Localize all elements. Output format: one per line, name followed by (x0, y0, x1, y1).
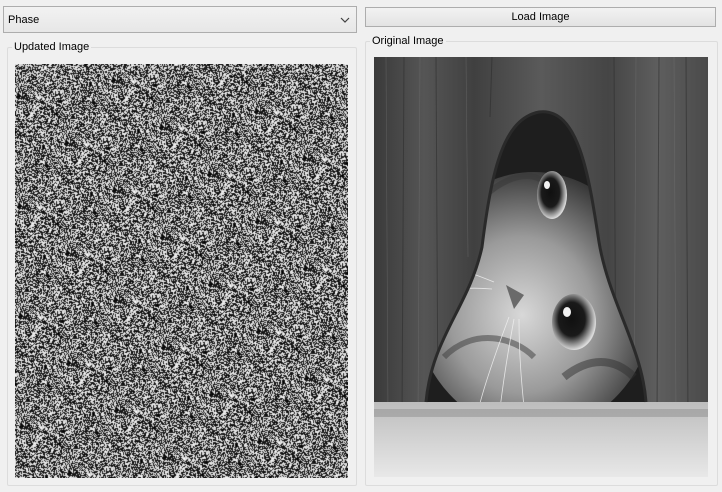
app-window: Phase Load Image Updated Image Original … (0, 0, 722, 492)
updated-image (15, 64, 348, 478)
updated-image-title: Updated Image (12, 40, 92, 54)
load-image-button[interactable]: Load Image (365, 7, 716, 27)
mode-select-value: Phase (8, 13, 40, 26)
chevron-down-icon[interactable] (336, 7, 354, 32)
original-image-title: Original Image (370, 34, 446, 48)
load-image-button-label: Load Image (511, 11, 570, 23)
mode-select[interactable]: Phase (3, 6, 357, 33)
original-image (374, 57, 708, 477)
